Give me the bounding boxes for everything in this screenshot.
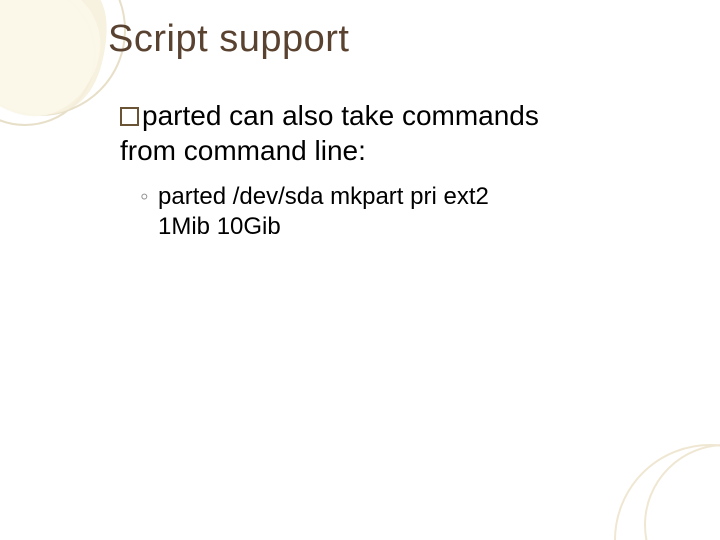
bullet-item: parted can also take commands from comma… (120, 98, 660, 168)
sub-text-line2: 1Mib 10Gib (158, 213, 281, 240)
slide-title: Script support (108, 18, 349, 61)
corner-decoration-bottom-right (560, 420, 720, 540)
bullet-text-line1: parted can also take commands (142, 100, 539, 131)
slide-body: parted can also take commands from comma… (120, 98, 660, 242)
bullet-text-line2: from command line: (120, 135, 366, 166)
sub-bullet-item: ◦ parted /dev/sda mkpart pri ext2 1Mib 1… (140, 182, 660, 242)
ring-bullet-icon: ◦ (140, 182, 149, 212)
square-bullet-icon (120, 107, 139, 126)
sub-text-line1: parted /dev/sda mkpart pri ext2 (158, 183, 489, 210)
